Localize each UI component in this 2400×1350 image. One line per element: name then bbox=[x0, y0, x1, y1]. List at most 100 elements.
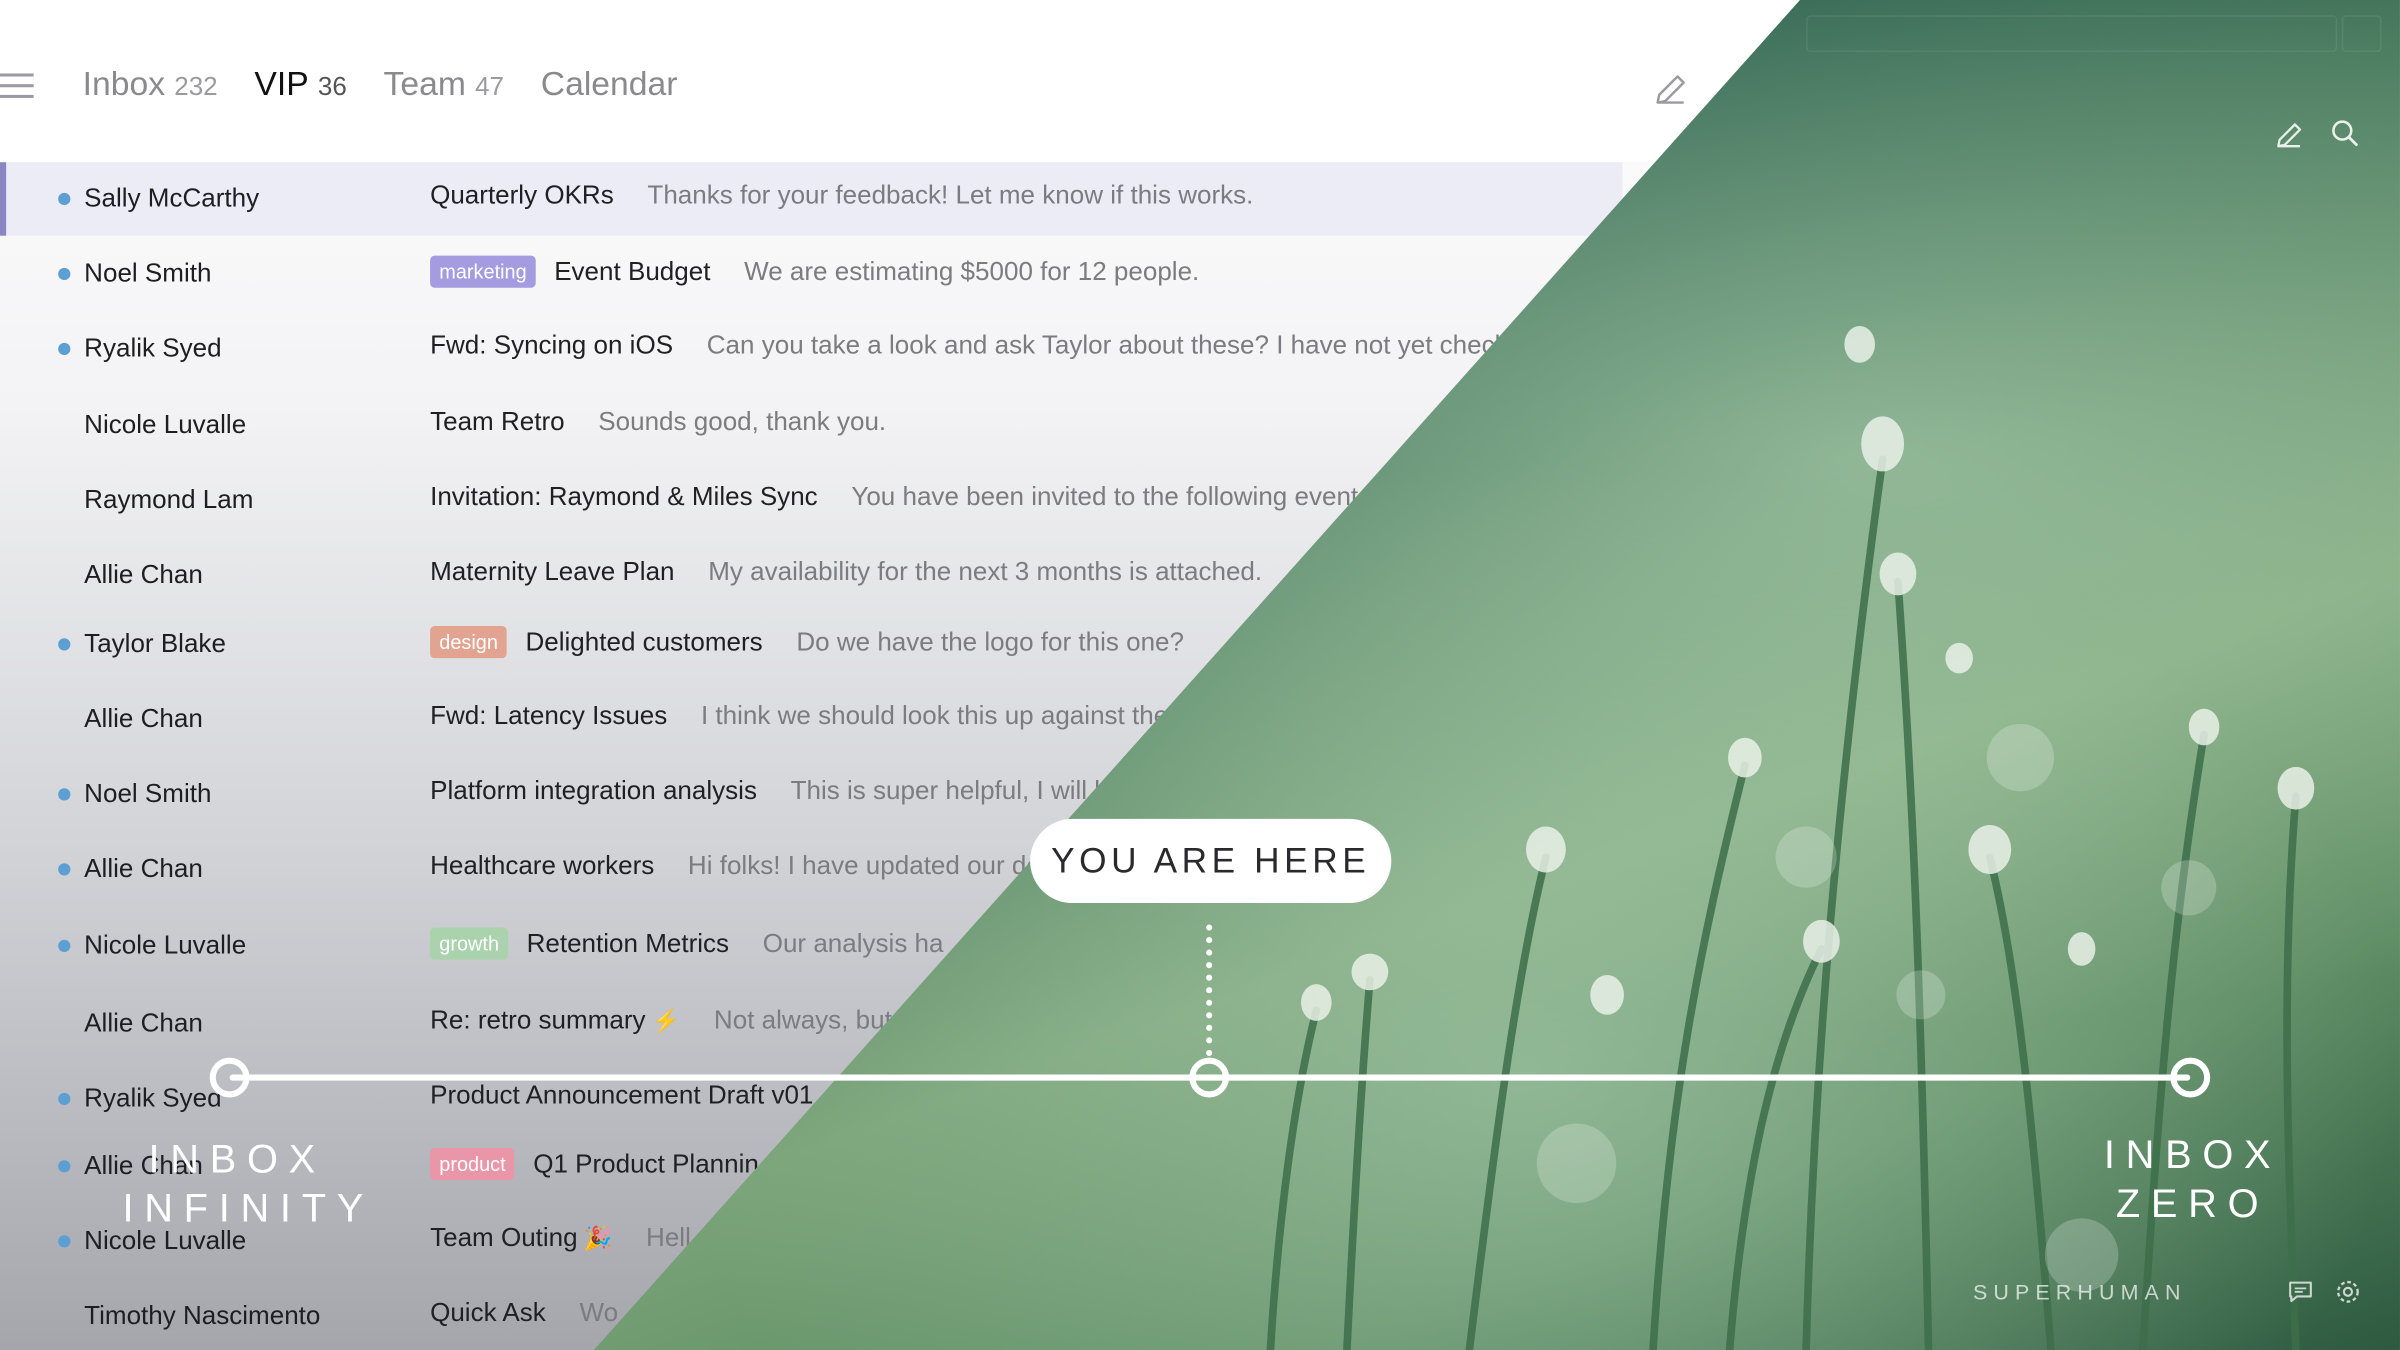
menu-icon[interactable] bbox=[0, 73, 34, 101]
message-preview: Sounds good, thank you. bbox=[598, 407, 887, 437]
message-preview: Hi folks! I have updated our do bbox=[687, 851, 1041, 881]
top-toolbar-button[interactable] bbox=[2341, 15, 2382, 53]
subject-line: Fwd: Syncing on iOS bbox=[430, 331, 673, 362]
subject-emoji: ⚡ bbox=[651, 1008, 681, 1035]
message-summary: Re: retro summary ⚡ Not always, but bbox=[430, 1006, 892, 1037]
inbox-zero-label: INBOX ZERO bbox=[2097, 1130, 2288, 1228]
tab-count: 36 bbox=[317, 71, 347, 102]
label-badge[interactable]: product bbox=[430, 1147, 515, 1181]
you-are-here-bubble: YOU ARE HERE bbox=[1030, 818, 1392, 904]
subject-line: Fwd: Latency Issues bbox=[430, 701, 667, 732]
message-preview: Not always, but bbox=[713, 1005, 892, 1035]
sender-name: Nicole Luvalle bbox=[84, 410, 247, 440]
label-badge[interactable]: design bbox=[430, 626, 508, 659]
tab-vip[interactable]: VIP 36 bbox=[254, 64, 346, 104]
subject-text: Platform integration analysis bbox=[430, 776, 757, 806]
subject-line: Quick Ask bbox=[430, 1298, 546, 1329]
subject-line: Product Announcement Draft v01 bbox=[430, 1081, 813, 1112]
sender-name: Allie Chan bbox=[84, 704, 203, 734]
timeline-node-current bbox=[1189, 1057, 1230, 1098]
message-preview: This is super helpful, I will l bbox=[790, 776, 1101, 806]
split-inbox-tabs: Inbox 232 VIP 36 Team 47 Calendar bbox=[83, 64, 715, 104]
subject-text: Fwd: Latency Issues bbox=[430, 701, 668, 731]
subject-line: Retention Metrics bbox=[527, 928, 729, 959]
subject-text: Re: retro summary bbox=[430, 1005, 646, 1035]
inbox-infinity-label: INBOX INFINITY bbox=[122, 1134, 363, 1232]
label-line: ZERO bbox=[2115, 1180, 2270, 1227]
brand-wordmark: SUPERHUMAN bbox=[1972, 1279, 2187, 1305]
message-row[interactable]: Ryalik Syed Fwd: Syncing on iOS Can you ta… bbox=[0, 312, 1622, 385]
message-summary: Platform integration analysis This is sup… bbox=[430, 776, 1100, 807]
sender-name: Raymond Lam bbox=[84, 485, 254, 515]
message-summary: Fwd: Latency Issues I think we should loo… bbox=[430, 701, 1168, 732]
sender-name: Allie Chan bbox=[84, 854, 203, 884]
sender-name: Allie Chan bbox=[84, 560, 203, 590]
subject-text: Invitation: Raymond & Miles Sync bbox=[430, 482, 818, 512]
message-summary: Product Announcement Draft v01 bbox=[430, 1081, 847, 1112]
unread-dot bbox=[58, 638, 71, 651]
subject-line: Platform integration analysis bbox=[430, 776, 757, 807]
unread-dot bbox=[58, 192, 71, 206]
message-preview: I think we should look this up against t… bbox=[700, 701, 1169, 731]
tab-team[interactable]: Team 47 bbox=[384, 64, 504, 104]
timeline-node-end bbox=[2170, 1057, 2211, 1098]
chat-icon[interactable] bbox=[2287, 1278, 2315, 1306]
subject-line: Re: retro summary ⚡ bbox=[430, 1006, 680, 1037]
tab-count: 47 bbox=[475, 71, 505, 102]
sender-name: Noel Smith bbox=[84, 258, 212, 288]
tab-inbox[interactable]: Inbox 232 bbox=[83, 64, 218, 104]
unread-dot bbox=[58, 1092, 71, 1106]
message-preview: Do we have the logo for this one? bbox=[796, 626, 1185, 656]
subject-line: Healthcare workers bbox=[430, 851, 654, 882]
sender-name: Noel Smith bbox=[84, 779, 212, 809]
search-icon[interactable] bbox=[2330, 118, 2361, 149]
message-summary: Team Retro Sounds good, thank you. bbox=[430, 407, 886, 438]
pencil-icon[interactable] bbox=[1653, 70, 1690, 107]
message-summary: Healthcare workers Hi folks! I have updat… bbox=[430, 851, 1041, 882]
sender-name: Ryalik Syed bbox=[84, 333, 222, 363]
message-preview: Our analysis ha bbox=[762, 928, 944, 958]
subject-text: Healthcare workers bbox=[430, 851, 655, 881]
marker-dotted-line bbox=[1206, 924, 1213, 1057]
sender-name: Sally McCarthy bbox=[84, 183, 260, 213]
timeline-node-start bbox=[209, 1057, 250, 1098]
message-row[interactable]: Nicole Luvalle Team Retro Sounds good, tha… bbox=[0, 389, 1622, 462]
subject-text: Quarterly OKRs bbox=[430, 180, 614, 210]
sender-name: Nicole Luvalle bbox=[84, 930, 247, 960]
subject-text: Team Outing bbox=[430, 1222, 578, 1253]
message-summary: Team Outing 🎉 Hell bbox=[430, 1223, 691, 1254]
message-summary: Quick Ask Wo bbox=[430, 1298, 618, 1329]
message-summary: Maternity Leave Plan My availability for … bbox=[430, 557, 1262, 588]
message-row[interactable]: Noel Smith marketing Event Budget We are es… bbox=[0, 237, 1622, 310]
message-preview: You have been invited to the following e… bbox=[851, 482, 1366, 512]
message-row[interactable]: Sally McCarthy Quarterly OKRs Thanks for y… bbox=[0, 162, 1623, 236]
subject-emoji: 🎉 bbox=[583, 1226, 613, 1253]
label-line: INBOX bbox=[148, 1135, 326, 1182]
message-summary: growth Retention Metrics Our analysis ha bbox=[430, 927, 944, 960]
pencil-icon[interactable] bbox=[2274, 119, 2305, 150]
top-toolbar bbox=[1806, 15, 2338, 53]
sender-name: Timothy Nascimento bbox=[84, 1301, 321, 1331]
subject-line: Invitation: Raymond & Miles Sync bbox=[430, 482, 818, 513]
gear-icon[interactable] bbox=[2334, 1278, 2362, 1306]
unread-dot bbox=[58, 1235, 71, 1248]
message-summary: Fwd: Syncing on iOS Can you take a look a… bbox=[430, 331, 1536, 362]
unread-dot bbox=[58, 939, 71, 953]
message-summary: design Delighted customers Do we have the … bbox=[430, 626, 1185, 659]
subject-line: Maternity Leave Plan bbox=[430, 557, 674, 588]
sender-name: Taylor Blake bbox=[84, 629, 226, 659]
message-preview: Can you take a look and ask Taylor about… bbox=[706, 330, 1537, 360]
label-line: INBOX bbox=[2103, 1131, 2282, 1178]
screen: Inbox 232 VIP 36 Team 47 Calendar Sally McC… bbox=[0, 0, 2400, 1350]
subject-text: Product Announcement Draft v01 bbox=[430, 1080, 814, 1110]
message-summary: Quarterly OKRs Thanks for your feedback! … bbox=[430, 181, 1253, 212]
label-badge[interactable]: growth bbox=[430, 927, 509, 960]
tab-count: 232 bbox=[174, 71, 218, 102]
sender-name: Allie Chan bbox=[84, 1008, 203, 1038]
message-summary: product Q1 Product Plannin bbox=[430, 1147, 792, 1181]
label-badge[interactable]: marketing bbox=[430, 255, 536, 288]
tab-calendar[interactable]: Calendar bbox=[541, 64, 678, 104]
subject-line: Delighted customers bbox=[525, 627, 762, 658]
subject-text: Event Budget bbox=[554, 256, 711, 286]
unread-dot bbox=[58, 863, 71, 876]
